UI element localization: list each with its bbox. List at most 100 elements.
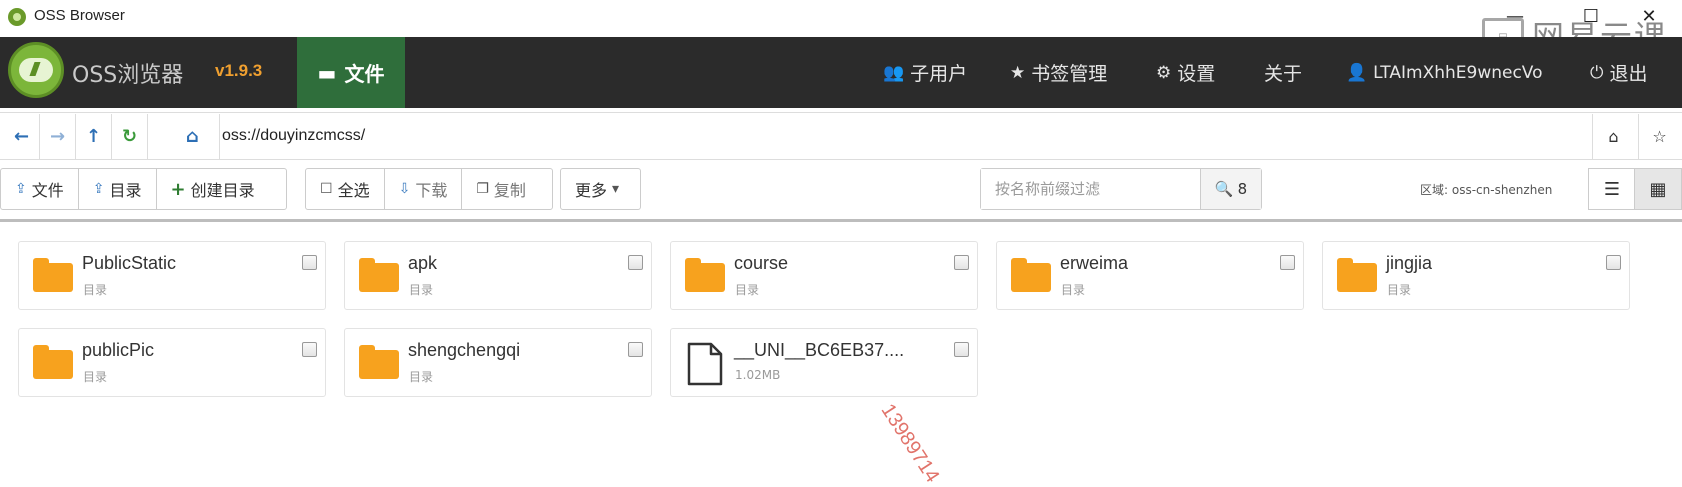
grid-view-button[interactable]: ▦ xyxy=(1634,168,1682,210)
item-size: 1.02MB xyxy=(735,368,781,382)
folder-item[interactable]: apk 目录 xyxy=(344,241,652,310)
upload-file-label: 文件 xyxy=(31,181,64,200)
folder-icon xyxy=(33,258,73,292)
back-button[interactable]: ← xyxy=(4,114,40,159)
search-icon: 🔍 xyxy=(1214,180,1234,198)
nav-account[interactable]: 👤 LTAImXhhE9wnecVo xyxy=(1346,37,1543,108)
copy-button[interactable]: ❐ 复制 xyxy=(462,169,540,209)
item-checkbox[interactable] xyxy=(954,255,969,270)
upload-file-button[interactable]: ⇪ 文件 xyxy=(1,169,79,209)
brand-name: OSS浏览器 xyxy=(72,63,184,88)
select-all-button[interactable]: ☐ 全选 xyxy=(306,169,385,209)
item-checkbox[interactable] xyxy=(302,255,317,270)
item-name: course xyxy=(734,253,789,273)
nav-logout[interactable]: ⏻ 退出 xyxy=(1590,37,1647,108)
more-dropdown[interactable]: 更多 ▾ xyxy=(560,168,641,210)
folder-icon xyxy=(685,258,725,292)
watermark-number: 13989714 xyxy=(876,400,944,487)
item-checkbox[interactable] xyxy=(628,342,643,357)
star-icon: ★ xyxy=(1010,62,1026,83)
folder-icon xyxy=(359,258,399,292)
app-logo-icon xyxy=(8,42,64,98)
upload-dir-label: 目录 xyxy=(109,181,142,200)
item-type: 目录 xyxy=(1061,283,1086,297)
tab-files-label: 文件 xyxy=(344,62,385,86)
folder-item[interactable]: jingjia 目录 xyxy=(1322,241,1630,310)
more-button[interactable]: 更多 ▾ xyxy=(561,169,633,209)
caret-down-icon: ▾ xyxy=(612,181,620,197)
download-icon: ⇩ xyxy=(398,181,411,197)
item-checkbox[interactable] xyxy=(954,342,969,357)
power-icon: ⏻ xyxy=(1590,62,1604,83)
item-checkbox[interactable] xyxy=(302,342,317,357)
bookmark-button[interactable]: ☆ xyxy=(1638,114,1680,159)
star-outline-icon: ☆ xyxy=(1652,127,1667,146)
item-type: 目录 xyxy=(83,370,108,384)
arrow-up-icon: ↑ xyxy=(85,126,102,147)
file-grid: PublicStatic 目录 apk 目录 course 目录 erweima… xyxy=(18,241,1668,401)
item-name: __UNI__BC6EB37.... xyxy=(734,340,905,360)
nav-subusers-label: 子用户 xyxy=(910,63,968,85)
up-button[interactable]: ↑ xyxy=(76,114,112,159)
item-name: jingjia xyxy=(1386,253,1433,273)
item-type: 目录 xyxy=(83,283,108,297)
folder-item[interactable]: shengchengqi 目录 xyxy=(344,328,652,397)
folder-icon xyxy=(1011,258,1051,292)
home-icon: ⌂ xyxy=(1608,127,1619,146)
item-name: PublicStatic xyxy=(82,253,177,273)
nav-subusers[interactable]: 👥 子用户 xyxy=(883,37,967,108)
filter-search-button[interactable]: 🔍 8 xyxy=(1201,169,1261,209)
address-input[interactable]: oss://douyinzcmcss/ xyxy=(222,127,365,145)
folder-item[interactable]: PublicStatic 目录 xyxy=(18,241,326,310)
item-checkbox[interactable] xyxy=(628,255,643,270)
gear-icon: ⚙ xyxy=(1156,62,1172,83)
address-bar: ← → ↑ ↻ ⌂ oss://douyinzcmcss/ ⌂ ☆ xyxy=(0,112,1682,160)
nav-bookmarks-label: 书签管理 xyxy=(1031,63,1108,85)
folder-icon xyxy=(1337,258,1377,292)
file-item[interactable]: __UNI__BC6EB37.... 1.02MB xyxy=(670,328,978,397)
item-name: shengchengqi xyxy=(408,340,521,360)
folder-item[interactable]: publicPic 目录 xyxy=(18,328,326,397)
item-type: 目录 xyxy=(735,283,760,297)
nav-about[interactable]: 关于 xyxy=(1264,37,1302,108)
create-dir-label: 创建目录 xyxy=(190,181,255,200)
create-dir-button[interactable]: + 创建目录 xyxy=(157,169,269,209)
refresh-button[interactable]: ↻ xyxy=(112,114,148,159)
item-checkbox[interactable] xyxy=(1280,255,1295,270)
item-type: 目录 xyxy=(409,370,434,384)
folder-icon xyxy=(33,345,73,379)
list-view-button[interactable]: ☰ xyxy=(1588,168,1636,210)
toolbar-divider xyxy=(0,219,1682,222)
filter-input[interactable] xyxy=(981,169,1201,209)
upload-group: ⇪ 文件 ⇪ 目录 + 创建目录 xyxy=(0,168,287,210)
nav-settings[interactable]: ⚙ 设置 xyxy=(1156,37,1215,108)
item-name: publicPic xyxy=(82,340,155,360)
grid-icon: ▦ xyxy=(1649,178,1667,200)
upload-dir-button[interactable]: ⇪ 目录 xyxy=(79,169,157,209)
app-icon xyxy=(8,8,26,26)
tab-files[interactable]: ▬ 文件 xyxy=(297,37,405,108)
app-header: OSS浏览器 v1.9.3 ▬ 文件 👥 子用户 ★ 书签管理 ⚙ 设置 关于 … xyxy=(0,37,1682,108)
download-button[interactable]: ⇩ 下载 xyxy=(385,169,463,209)
folder-item[interactable]: course 目录 xyxy=(670,241,978,310)
home-icon: ⌂ xyxy=(186,126,199,147)
select-all-label: 全选 xyxy=(337,181,370,200)
user-icon: 👤 xyxy=(1346,62,1368,83)
window-title: OSS Browser xyxy=(34,7,125,24)
selection-group: ☐ 全选 ⇩ 下载 ❐ 复制 xyxy=(305,168,553,210)
set-home-button[interactable]: ⌂ xyxy=(1592,114,1634,159)
refresh-icon: ↻ xyxy=(121,126,138,147)
nav-logout-label: 退出 xyxy=(1609,63,1648,85)
item-name: erweima xyxy=(1060,253,1129,273)
forward-button[interactable]: → xyxy=(40,114,76,159)
brand-version: v1.9.3 xyxy=(215,61,263,80)
folder-item[interactable]: erweima 目录 xyxy=(996,241,1304,310)
nav-account-label: LTAImXhhE9wnecVo xyxy=(1373,62,1543,83)
nav-bookmarks[interactable]: ★ 书签管理 xyxy=(1010,37,1107,108)
upload-icon: ⇪ xyxy=(15,181,27,197)
home-button[interactable]: ⌂ xyxy=(148,114,220,159)
upload-icon: ⇪ xyxy=(92,181,105,197)
nav-settings-label: 设置 xyxy=(1177,63,1216,85)
result-count: 8 xyxy=(1237,180,1248,198)
item-checkbox[interactable] xyxy=(1606,255,1621,270)
